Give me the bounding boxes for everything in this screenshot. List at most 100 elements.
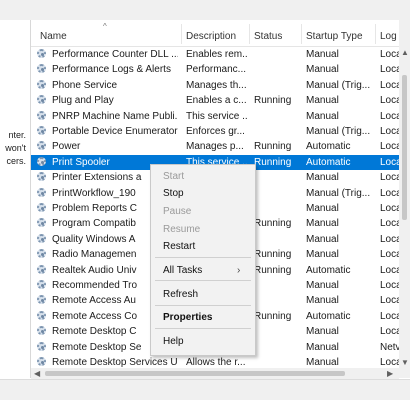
- service-description: Enforces gr...: [186, 126, 245, 137]
- menu-item-resume[interactable]: Resume: [163, 224, 200, 235]
- service-startup-type: Automatic: [306, 310, 351, 322]
- service-log-on-as: Loca: [380, 249, 399, 261]
- service-log-on-as: Loca: [380, 95, 399, 107]
- service-log-on-as: Loca: [380, 295, 399, 307]
- service-row[interactable]: Performance Logs & Alerts Performanc... Ma…: [31, 62, 399, 77]
- column-separator[interactable]: [181, 24, 182, 44]
- service-startup-type: Manual (Trig...: [306, 126, 371, 137]
- service-gear-icon: [37, 79, 46, 89]
- service-startup-type: Manual: [306, 49, 339, 60]
- service-description: Enables rem...: [186, 49, 248, 60]
- menu-item-restart[interactable]: Restart: [163, 241, 195, 252]
- service-log-on-as: Loca: [380, 310, 399, 322]
- service-status: Running: [254, 264, 292, 276]
- submenu-chevron-icon: ›: [237, 265, 241, 276]
- menu-item-help[interactable]: Help: [163, 336, 184, 347]
- service-gear-icon: [37, 280, 46, 289]
- description-fragment: nter.: [8, 130, 26, 140]
- service-row[interactable]: Portable Device Enumerator... Enforces gr…: [31, 124, 399, 139]
- service-description: Performanc...: [186, 64, 247, 76]
- service-log-on-as: Netv: [380, 341, 399, 353]
- service-row[interactable]: PNRP Machine Name Publi... This service .…: [31, 109, 399, 124]
- service-name: PNRP Machine Name Publi...: [52, 110, 178, 122]
- service-log-on-as: Loca: [380, 280, 399, 291]
- description-fragment: won't: [5, 143, 26, 153]
- service-gear-icon: [37, 295, 46, 305]
- service-log-on-as: Loca: [380, 64, 399, 76]
- service-log-on-as: Loca: [380, 357, 399, 368]
- context-menu: Start Stop Pause Resume Restart All Task…: [150, 164, 256, 356]
- scroll-down-icon[interactable]: ▼: [401, 358, 409, 367]
- service-gear-icon: [37, 64, 46, 74]
- menu-item-refresh[interactable]: Refresh: [163, 289, 198, 300]
- service-gear-icon: [37, 264, 46, 274]
- service-gear-icon: [37, 156, 46, 166]
- service-startup-type: Automatic: [306, 156, 351, 168]
- scroll-left-icon[interactable]: ◀: [34, 369, 40, 378]
- service-row[interactable]: Plug and Play Enables a c... Running Manual…: [31, 93, 399, 108]
- menu-item-properties[interactable]: Properties: [163, 312, 212, 323]
- service-startup-type: Manual: [306, 249, 339, 261]
- service-status: Running: [254, 249, 292, 261]
- service-description: This service ...: [186, 110, 248, 122]
- service-log-on-as: Loca: [380, 49, 399, 60]
- service-log-on-as: Loca: [380, 172, 399, 184]
- service-gear-icon: [37, 203, 46, 212]
- column-log-on-as[interactable]: Log: [380, 31, 397, 42]
- service-name: Portable Device Enumerator...: [52, 126, 178, 137]
- service-name: Phone Service: [52, 79, 118, 91]
- column-startup-type[interactable]: Startup Type: [306, 31, 363, 42]
- menu-separator: [155, 257, 251, 258]
- service-description: Manages th...: [186, 79, 247, 91]
- service-startup-type: Manual (Trig...: [306, 79, 371, 91]
- menu-separator: [155, 328, 251, 329]
- sort-ascending-icon: ^: [103, 22, 107, 31]
- service-log-on-as: Loca: [380, 218, 399, 230]
- menu-separator: [155, 280, 251, 281]
- service-gear-icon: [37, 233, 46, 243]
- service-startup-type: Automatic: [306, 264, 351, 276]
- service-gear-icon: [37, 49, 46, 58]
- service-name: Plug and Play: [52, 95, 114, 107]
- service-name: Performance Logs & Alerts: [52, 64, 171, 76]
- column-name[interactable]: Name: [40, 31, 67, 42]
- service-startup-type: Automatic: [306, 141, 351, 153]
- scroll-up-icon[interactable]: ▲: [401, 48, 409, 57]
- menu-item-all-tasks[interactable]: All Tasks: [163, 265, 202, 276]
- service-gear-icon: [37, 249, 46, 259]
- service-description: Manages p...: [186, 141, 244, 153]
- column-separator[interactable]: [249, 24, 250, 44]
- service-log-on-as: Loca: [380, 203, 399, 214]
- menu-item-stop[interactable]: Stop: [163, 188, 184, 199]
- service-gear-icon: [37, 326, 46, 336]
- menu-item-start[interactable]: Start: [163, 171, 184, 182]
- service-gear-icon: [37, 341, 46, 351]
- service-row[interactable]: Power Manages p... Running Automatic Loca: [31, 139, 399, 154]
- service-name: Remote Desktop Services U...: [52, 357, 178, 368]
- service-description-pane: nter. won't cers.: [0, 20, 30, 378]
- service-description: Enables a c...: [186, 95, 247, 107]
- column-separator[interactable]: [375, 24, 376, 44]
- column-description[interactable]: Description: [186, 31, 236, 42]
- vertical-scroll-thumb[interactable]: [402, 75, 407, 220]
- service-startup-type: Manual: [306, 64, 339, 76]
- service-log-on-as: Loca: [380, 326, 399, 338]
- menu-item-pause[interactable]: Pause: [163, 206, 191, 217]
- service-description: Allows the r...: [186, 357, 246, 368]
- scroll-right-icon[interactable]: ▶: [387, 369, 393, 378]
- service-startup-type: Manual: [306, 341, 339, 353]
- service-status: Running: [254, 156, 292, 168]
- column-status[interactable]: Status: [254, 31, 282, 42]
- description-fragment: cers.: [6, 156, 26, 166]
- service-gear-icon: [37, 95, 46, 105]
- horizontal-scrollbar[interactable]: ◀ ▶: [31, 368, 399, 379]
- window-bottom-bar: [0, 379, 410, 400]
- horizontal-scroll-thumb[interactable]: [45, 371, 345, 376]
- service-row[interactable]: Performance Counter DLL ... Enables rem..…: [31, 47, 399, 62]
- service-gear-icon: [37, 141, 46, 151]
- service-startup-type: Manual: [306, 295, 339, 307]
- service-row[interactable]: Phone Service Manages th... Manual (Trig..…: [31, 78, 399, 93]
- vertical-scrollbar[interactable]: ▲ ▼: [399, 20, 410, 378]
- column-separator[interactable]: [301, 24, 302, 44]
- service-log-on-as: Loca: [380, 264, 399, 276]
